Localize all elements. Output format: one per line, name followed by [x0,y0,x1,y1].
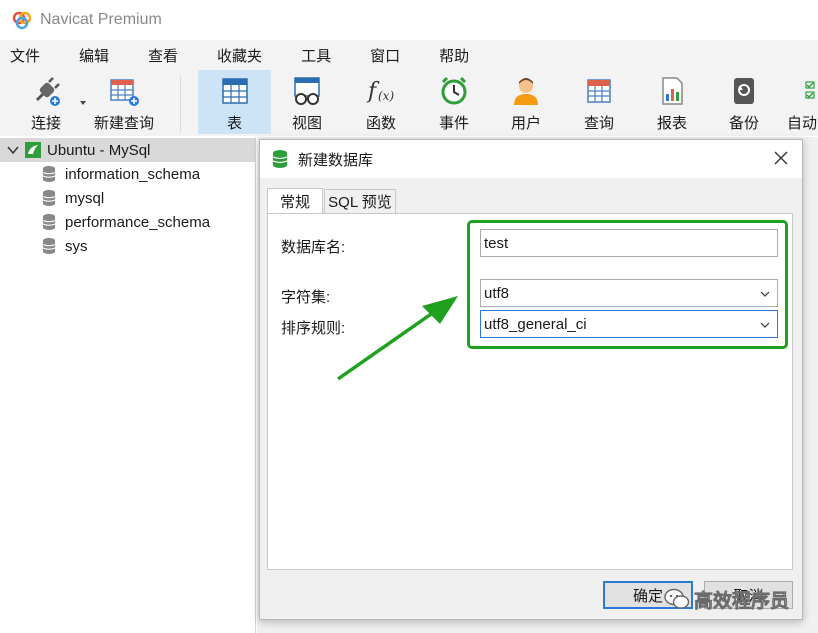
watermark-text: 高效程序员 [694,590,790,612]
annotation-arrow [336,296,458,381]
wechat-icon [664,588,690,609]
watermark: 高效程序员 [664,584,789,614]
